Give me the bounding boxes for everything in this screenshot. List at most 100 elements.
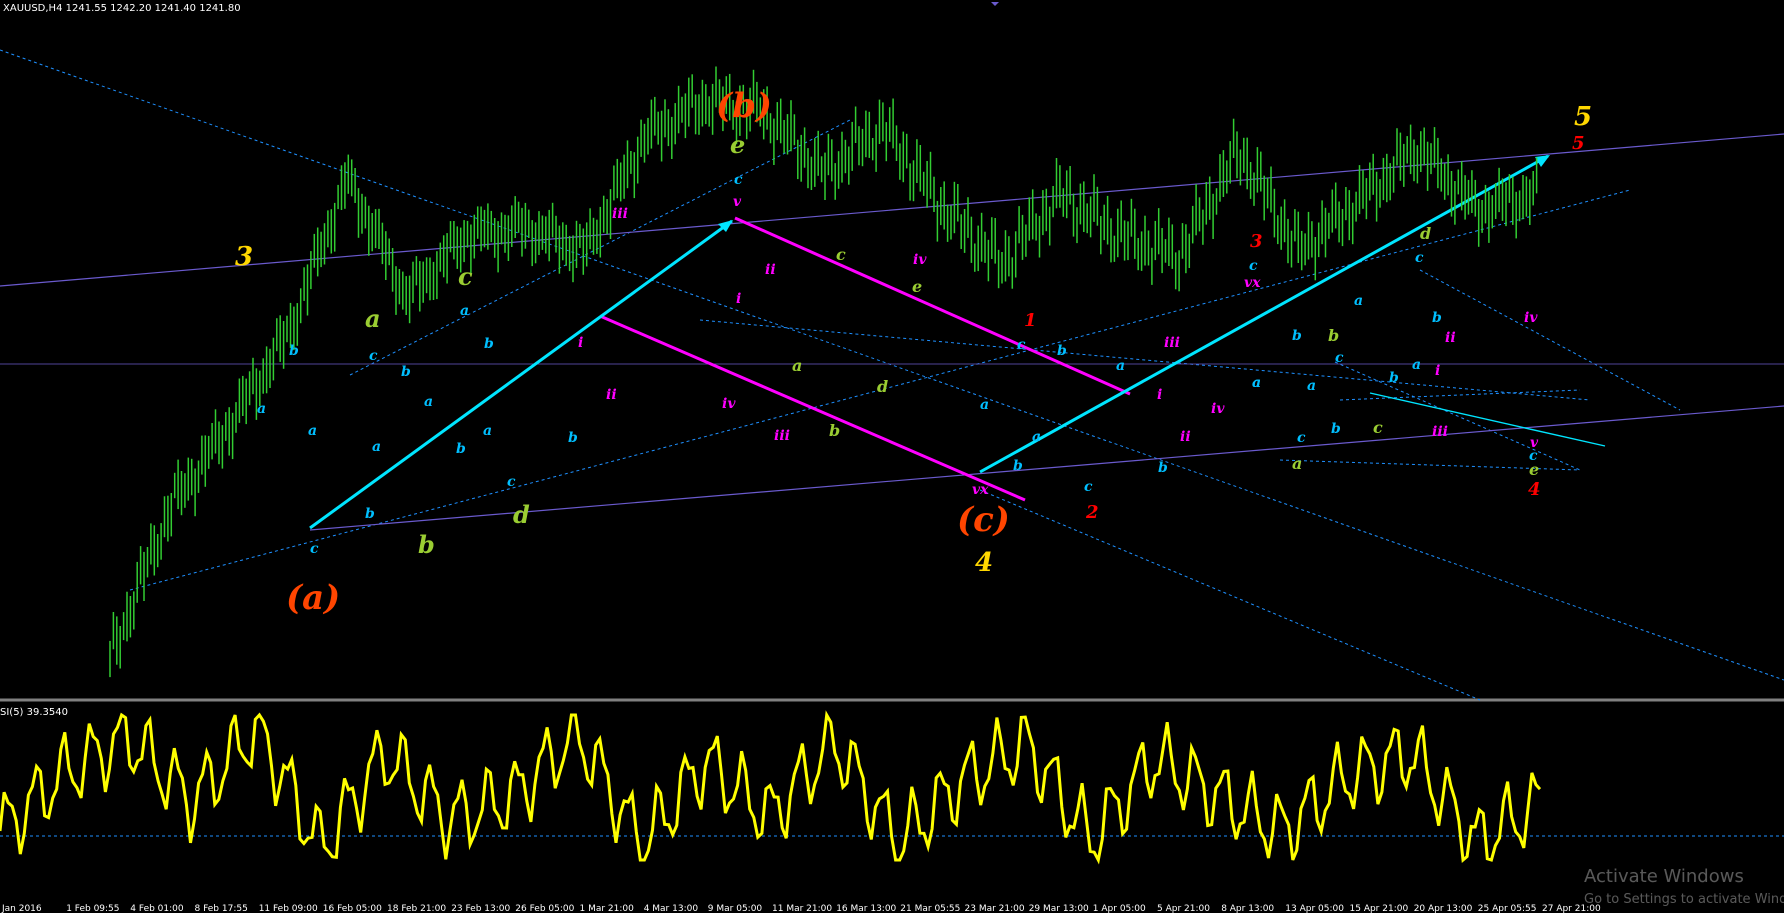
x-axis-label: 16 Mar 13:00 — [836, 904, 896, 913]
x-axis-label: 13 Apr 05:00 — [1285, 904, 1344, 913]
small-label-v1: v — [733, 194, 742, 210]
wave-label-c: (c) — [957, 500, 1010, 540]
small-label-b7: b — [1057, 343, 1067, 359]
small-label-c6: c — [1084, 479, 1093, 495]
small-label-c11: c — [1529, 448, 1538, 464]
small-label-ii3: ii — [1180, 429, 1191, 445]
small-label-a9: a — [1116, 358, 1125, 374]
wave-label-b-right: b — [1328, 326, 1339, 345]
wave-label-a: (a) — [286, 578, 340, 618]
wave-label-b: (b) — [716, 86, 772, 126]
small-label-b9: b — [1158, 460, 1168, 476]
small-label-b3: b — [401, 364, 411, 380]
x-axis-label: 1 Mar 21:00 — [580, 904, 635, 913]
small-label-iv1: iv — [722, 396, 736, 412]
small-label-c3: c — [507, 474, 516, 490]
mt4-chart-window[interactable]: XAUUSD,H4 1241.55 1242.20 1241.40 1241.8… — [0, 0, 1784, 913]
small-label-iii3: iii — [1164, 335, 1180, 351]
small-label-a3: a — [372, 439, 381, 455]
small-label-a11: a — [1252, 375, 1261, 391]
wave-label-3: 3 — [235, 242, 253, 272]
small-label-a1: a — [257, 401, 266, 417]
small-label-i2: i — [578, 335, 583, 351]
small-label-c8: c — [1297, 430, 1306, 446]
x-axis-label: 18 Feb 21:00 — [387, 904, 446, 913]
wave-label-d-right: d — [1420, 224, 1431, 243]
small-label-b6: b — [568, 430, 578, 446]
small-label-b12: b — [1389, 370, 1399, 386]
wave-label-a-green: a — [365, 304, 381, 333]
wave-label-e-small: e — [912, 277, 922, 296]
background — [0, 0, 1784, 913]
small-label-ii4: ii — [1445, 330, 1456, 346]
wave-label-c-small: c — [836, 245, 846, 264]
x-axis-label: 20 Apr 13:00 — [1414, 904, 1473, 913]
x-axis-label: 16 Feb 05:00 — [323, 904, 382, 913]
small-label-ii1: ii — [765, 262, 776, 278]
x-axis-label: 29 Mar 13:00 — [1029, 904, 1089, 913]
small-label-a7: a — [980, 397, 989, 413]
small-label-b1: b — [289, 343, 299, 359]
small-label-b13: b — [1432, 310, 1442, 326]
small-label-c5: c — [1017, 337, 1026, 353]
activate-windows-subtitle: Go to Settings to activate Windows. — [1584, 892, 1784, 907]
x-axis-label: 9 Mar 05:00 — [708, 904, 763, 913]
small-label-b4: b — [456, 441, 466, 457]
x-axis-label: 8 Apr 13:00 — [1221, 904, 1274, 913]
x-axis-label: 4 Mar 13:00 — [644, 904, 699, 913]
small-label-iv3: iv — [1211, 401, 1225, 417]
small-label-c1: c — [310, 541, 319, 557]
wave-label-2-red: 2 — [1085, 502, 1099, 523]
x-axis-label: 8 Feb 17:55 — [195, 904, 248, 913]
small-label-vx1: vx — [972, 482, 989, 498]
small-label-iv2: iv — [913, 252, 927, 268]
wave-label-d-small: d — [877, 377, 888, 396]
small-label-a12: a — [1307, 378, 1316, 394]
x-axis-label: 15 Apr 21:00 — [1350, 904, 1409, 913]
x-axis-label: 5 Apr 21:00 — [1157, 904, 1210, 913]
small-label-c10: c — [1415, 250, 1424, 266]
small-label-a8: a — [1032, 429, 1041, 445]
x-axis-label: 26 Feb 05:00 — [515, 904, 574, 913]
wave-label-a-small: a — [792, 356, 802, 375]
wave-label-3-red: 3 — [1250, 231, 1263, 252]
small-label-vx2: vx — [1244, 275, 1261, 291]
small-label-c2: c — [369, 348, 378, 364]
small-label-b5: b — [484, 336, 494, 352]
small-label-b11: b — [1331, 421, 1341, 437]
indicator-label: SI(5) 39.3540 — [0, 707, 68, 718]
x-axis-label: 21 Mar 05:55 — [900, 904, 960, 913]
small-label-c7: c — [1249, 258, 1258, 274]
small-label-a5: a — [460, 303, 469, 319]
small-label-b2: b — [365, 506, 375, 522]
wave-label-d-green: d — [513, 500, 530, 529]
x-axis-label: 4 Feb 01:00 — [130, 904, 184, 913]
small-label-c4: c — [734, 172, 743, 188]
small-label-iii2: iii — [774, 428, 790, 444]
small-label-a14: a — [1412, 357, 1421, 373]
small-label-iii1: iii — [612, 206, 628, 222]
wave-label-a-right: a — [1292, 454, 1302, 473]
x-axis-label: 1 Apr 05:00 — [1093, 904, 1146, 913]
wave-label-b-small: b — [829, 421, 840, 440]
activate-windows-title: Activate Windows — [1584, 866, 1744, 887]
wave-label-4-red: 4 — [1528, 479, 1541, 500]
small-label-iii4: iii — [1432, 424, 1448, 440]
x-axis: Jan 2016 1 Feb 09:55 4 Feb 01:00 8 Feb 17:5… — [1, 904, 1601, 913]
small-label-a13: a — [1354, 293, 1363, 309]
x-axis-label: 11 Feb 09:00 — [259, 904, 318, 913]
small-label-iv4: iv — [1524, 310, 1538, 326]
small-label-a6: a — [483, 423, 492, 439]
small-label-a4: a — [424, 394, 433, 410]
small-label-i1: i — [736, 291, 741, 307]
x-axis-label: 23 Mar 21:00 — [965, 904, 1025, 913]
wave-label-c-green: c — [458, 262, 473, 291]
small-label-c9: c — [1335, 350, 1344, 366]
wave-label-1-red: 1 — [1024, 310, 1037, 331]
chart-header: XAUUSD,H4 1241.55 1242.20 1241.40 1241.8… — [3, 3, 241, 14]
price-chart[interactable]: XAUUSD,H4 1241.55 1242.20 1241.40 1241.8… — [0, 0, 1784, 913]
wave-label-5-red: 5 — [1572, 133, 1585, 154]
x-axis-label: 23 Feb 13:00 — [451, 904, 510, 913]
x-axis-label: 25 Apr 05:55 — [1478, 904, 1537, 913]
x-axis-label: Jan 2016 — [1, 904, 42, 913]
